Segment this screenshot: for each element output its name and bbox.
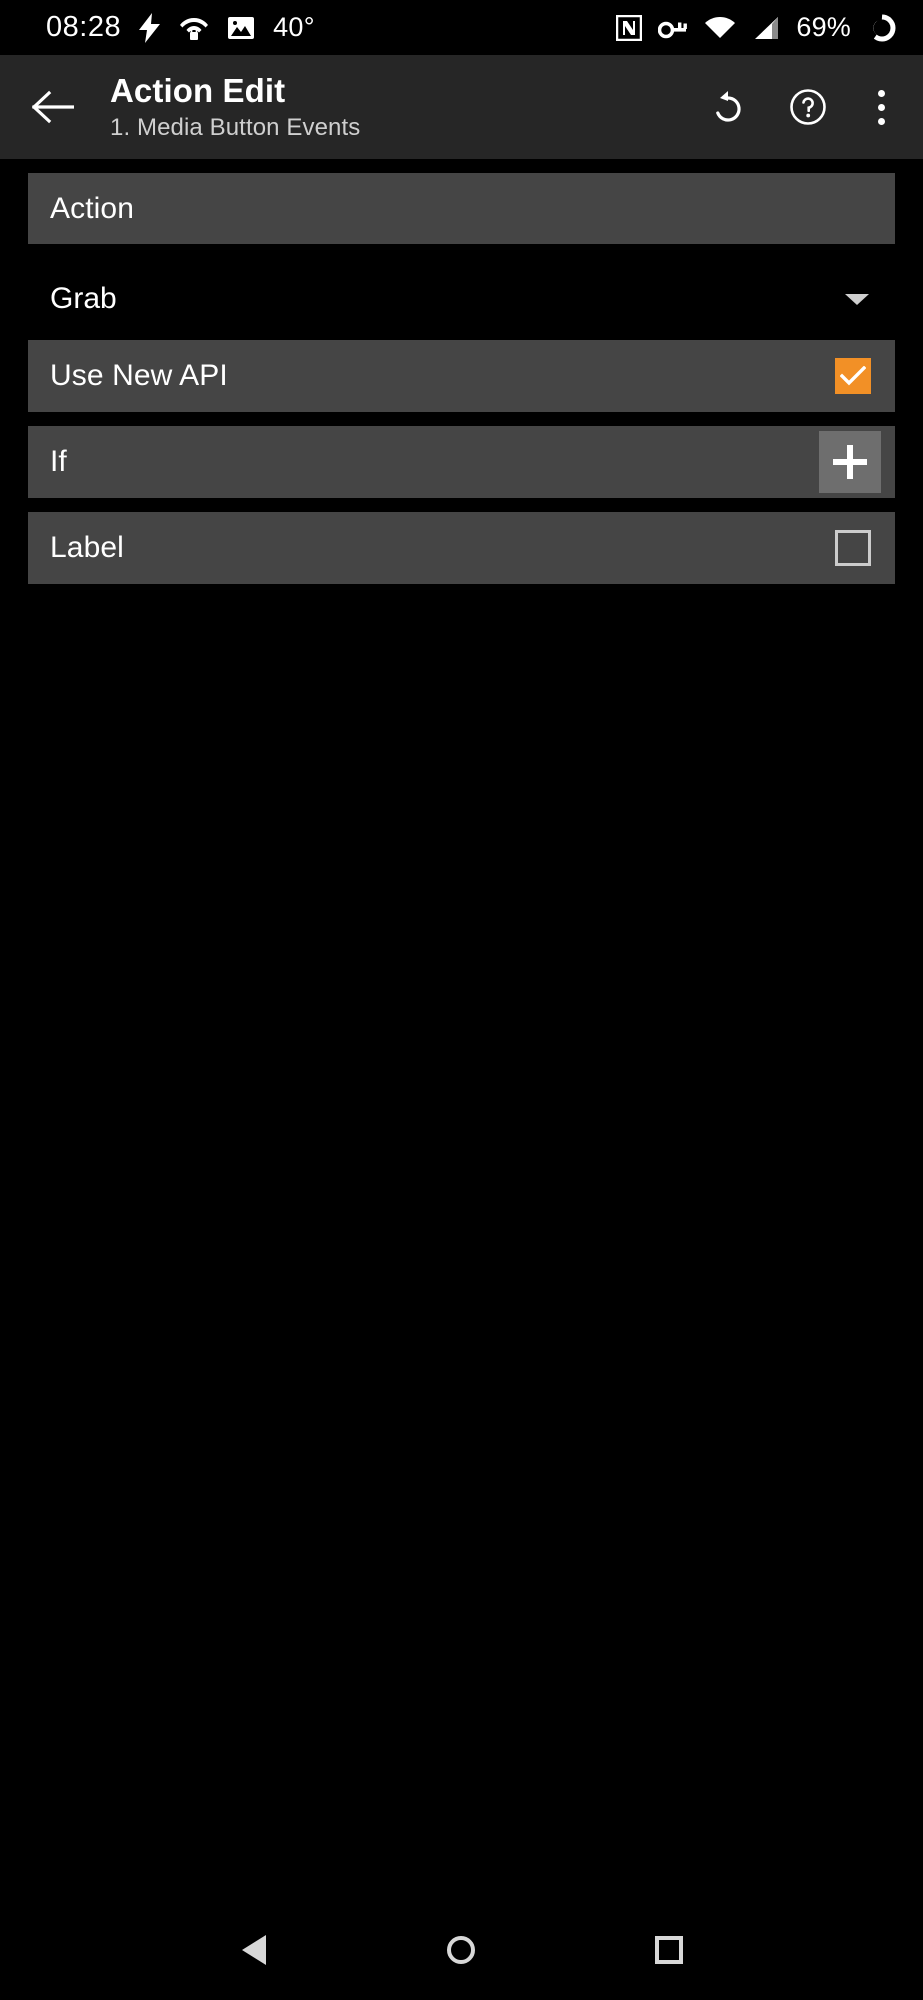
toolbar-actions <box>701 80 901 134</box>
overflow-menu-icon <box>877 89 885 97</box>
row-label-if: If <box>50 445 67 478</box>
section-header-action: Action <box>28 173 895 244</box>
row-label-use-new-api: Use New API <box>50 359 228 392</box>
undo-button[interactable] <box>701 80 755 134</box>
label-checkbox[interactable] <box>835 530 871 566</box>
charging-bolt-icon <box>139 12 161 43</box>
row-use-new-api[interactable]: Use New API <box>28 340 895 412</box>
nav-back-icon <box>241 1935 266 1965</box>
check-icon <box>840 366 866 386</box>
action-spinner-value: Grab <box>50 282 117 315</box>
action-spinner[interactable]: Grab <box>28 258 895 340</box>
nav-recents-button[interactable] <box>634 1915 704 1985</box>
cellular-signal-icon <box>752 16 780 40</box>
status-time: 08:28 <box>46 11 122 43</box>
row-label[interactable]: Label <box>28 512 895 584</box>
nav-recents-icon <box>655 1936 684 1964</box>
overflow-menu-icon <box>877 103 885 111</box>
row-if[interactable]: If <box>28 426 895 498</box>
status-bar: 08:28 40° 69% <box>0 0 923 55</box>
nav-home-icon <box>447 1936 476 1964</box>
wifi-lock-icon <box>179 14 209 42</box>
android-navigation-bar <box>0 1900 923 2000</box>
photo-icon <box>227 14 255 42</box>
page-subtitle: 1. Media Button Events <box>110 113 361 141</box>
row-label-label: Label <box>50 531 124 564</box>
status-temperature: 40° <box>273 12 315 42</box>
undo-icon <box>708 87 748 127</box>
section-header-label: Action <box>50 191 134 225</box>
page-title: Action Edit <box>110 71 286 109</box>
overflow-menu-button[interactable] <box>861 80 901 134</box>
help-button[interactable] <box>781 80 835 134</box>
wifi-icon <box>704 16 736 40</box>
use-new-api-checkbox[interactable] <box>835 358 871 394</box>
back-button[interactable] <box>24 78 82 136</box>
status-bar-left: 08:28 40° <box>46 11 315 44</box>
add-constraint-button[interactable] <box>819 431 881 493</box>
vpn-key-icon <box>658 17 688 39</box>
nav-back-button[interactable] <box>219 1915 289 1985</box>
app-toolbar: Action Edit 1. Media Button Events <box>0 55 923 159</box>
help-circle-icon <box>787 86 829 128</box>
toolbar-titles: Action Edit 1. Media Button Events <box>82 72 701 143</box>
action-edit-content: Action Grab Use New API If Label <box>0 159 923 584</box>
nav-home-button[interactable] <box>426 1915 496 1985</box>
overflow-menu-icon <box>877 117 885 125</box>
battery-circle-icon <box>867 13 897 43</box>
back-arrow-icon <box>32 90 74 124</box>
plus-icon <box>833 445 867 479</box>
battery-percent: 69% <box>796 12 851 42</box>
status-bar-right: 69% <box>616 12 897 43</box>
chevron-down-icon <box>845 293 869 305</box>
nfc-icon <box>616 14 643 41</box>
